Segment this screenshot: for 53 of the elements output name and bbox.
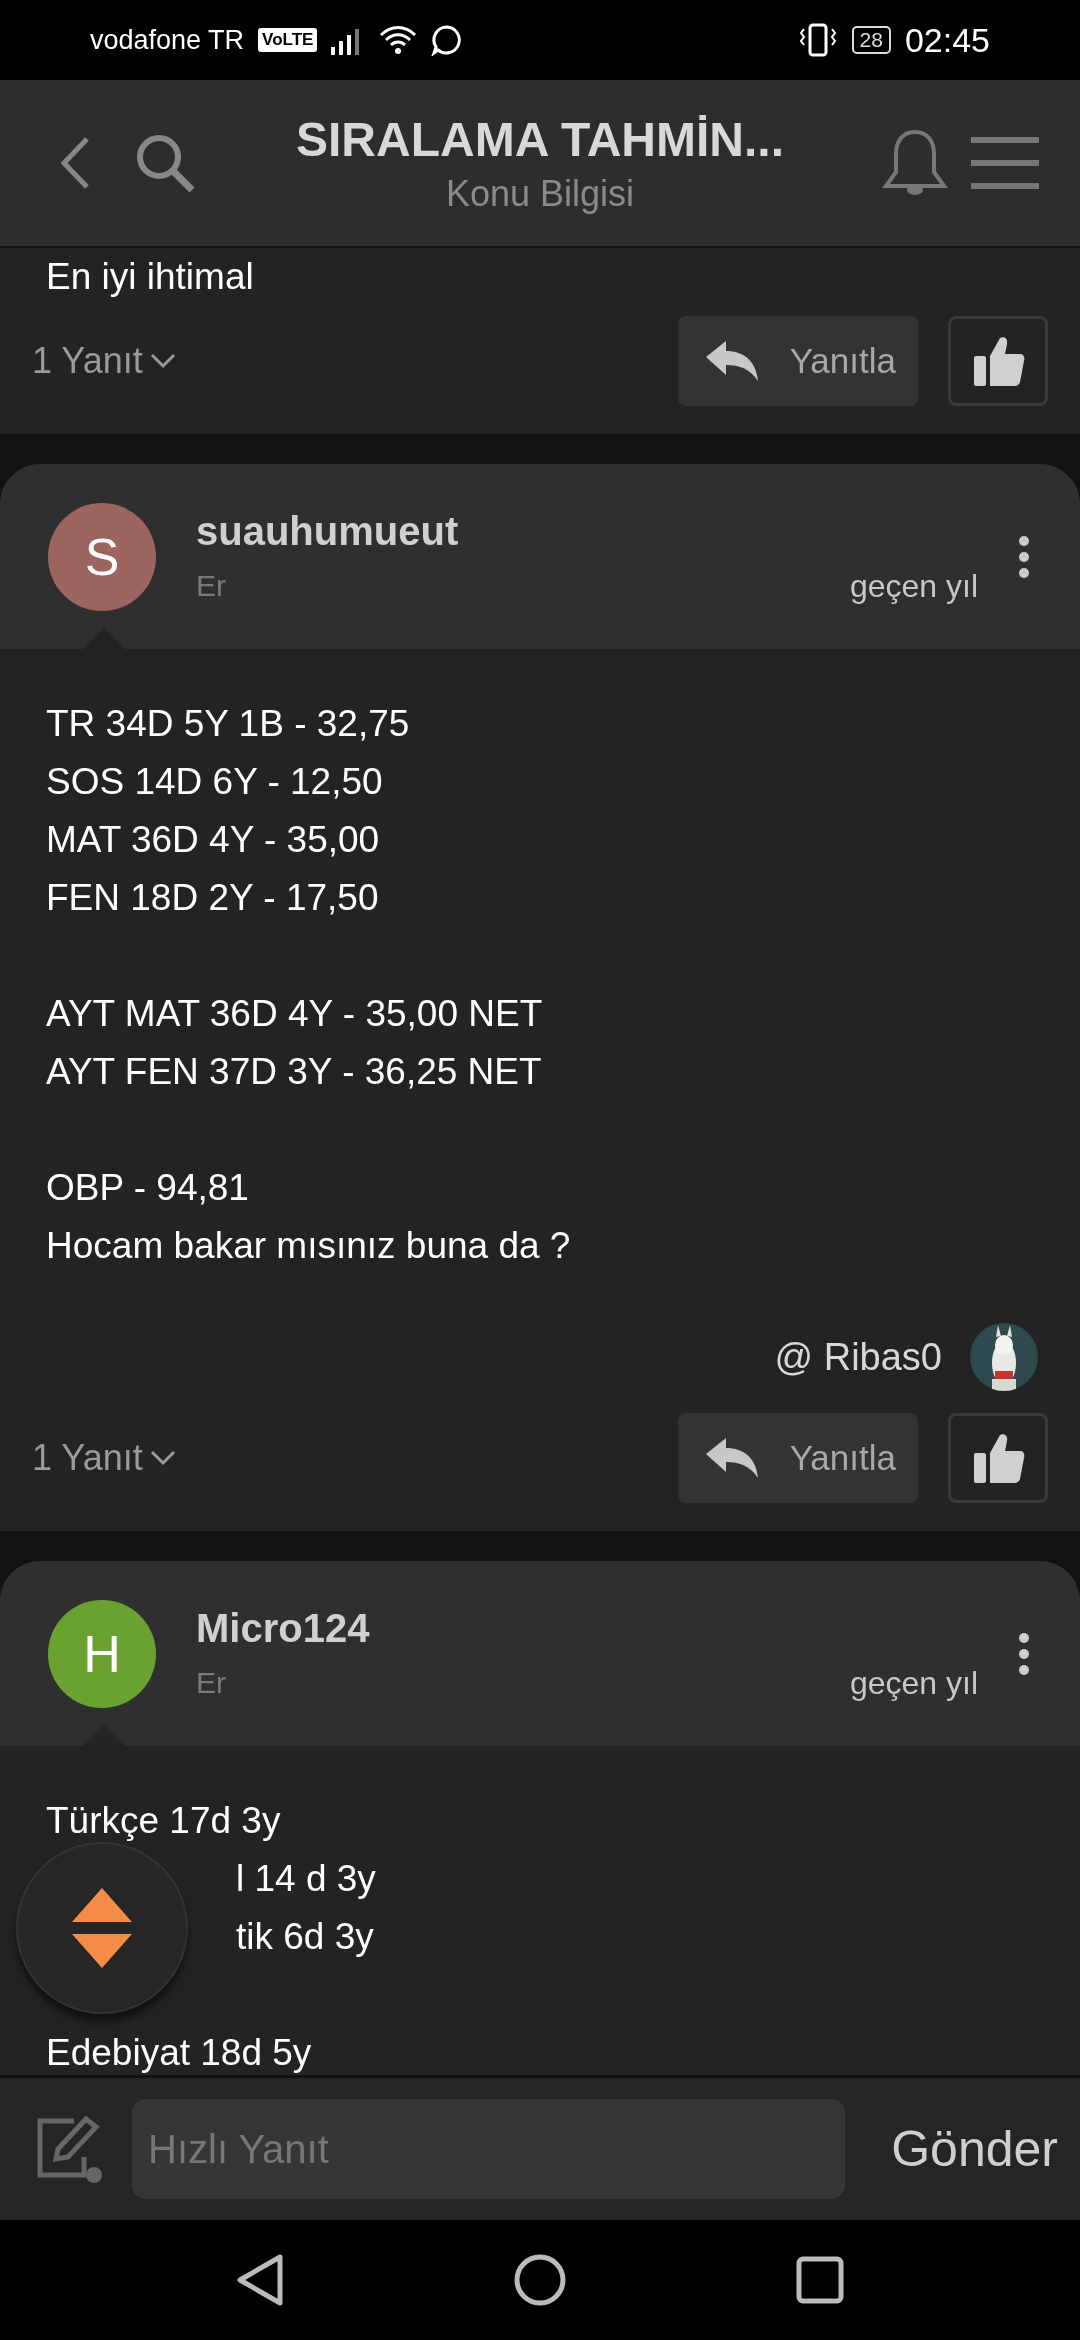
send-button[interactable]: Gönder — [871, 2120, 1058, 2178]
username[interactable]: suauhumueut — [196, 508, 978, 554]
replies-toggle[interactable]: 1 Yanıt — [32, 340, 648, 382]
wifi-icon — [379, 25, 418, 55]
post-text: AYT FEN 37D 3Y - 36,25 NET — [46, 1050, 543, 1094]
post-text: En iyi ihtimal — [46, 255, 255, 299]
menu-icon — [969, 136, 1041, 190]
username[interactable]: Micro124 — [196, 1605, 978, 1651]
chat-icon — [431, 24, 464, 56]
volte-badge: VoLTE — [258, 28, 318, 52]
like-button[interactable] — [948, 316, 1048, 406]
bell-icon — [882, 128, 948, 198]
post-text: l 14 d 3y — [236, 1857, 376, 1901]
carrier-name: vodafone TR — [90, 24, 245, 56]
more-icon[interactable] — [1018, 1631, 1030, 1676]
replies-toggle[interactable]: 1 Yanıt — [32, 1437, 648, 1479]
chevron-down-icon — [148, 352, 177, 370]
triangle-back-icon — [236, 2253, 284, 2307]
home-circle-icon — [513, 2253, 567, 2307]
user-avatar[interactable]: S — [48, 502, 156, 611]
battery-level: 28 — [851, 26, 891, 54]
topic-subtitle[interactable]: Konu Bilgisi — [445, 172, 635, 215]
reply-arrow-icon — [704, 1436, 760, 1480]
vibrate-icon — [797, 23, 838, 57]
user-avatar[interactable]: H — [48, 1599, 156, 1708]
post-time: geçen yıl — [849, 1664, 978, 1702]
post-text: SOS 14D 6Y - 12,50 — [46, 760, 384, 804]
user-gender: Er — [196, 569, 226, 603]
up-down-arrows-icon — [70, 1886, 134, 1970]
search-icon — [134, 132, 196, 194]
post-text: Edebiyat 18d 5y — [46, 2031, 313, 2075]
user-gender: Er — [196, 1666, 226, 1700]
post-text: AYT MAT 36D 4Y - 35,00 NET — [46, 992, 544, 1036]
post-time: geçen yıl — [849, 567, 978, 605]
like-button[interactable] — [948, 1413, 1048, 1503]
post-text: FEN 18D 2Y - 17,50 — [46, 876, 380, 920]
mention-link[interactable]: @ Ribas0 — [774, 1335, 942, 1379]
post-text: TR 34D 5Y 1B - 32,75 — [46, 702, 411, 746]
post-text: MAT 36D 4Y - 35,00 — [46, 818, 381, 862]
more-icon[interactable] — [1018, 534, 1030, 579]
post-text: tik 6d 3y — [236, 1915, 374, 1959]
back-icon — [60, 136, 90, 190]
chevron-down-icon — [148, 1449, 177, 1467]
post-text: Hocam bakar mısınız buna da ? — [46, 1224, 572, 1268]
reply-button[interactable]: Yanıtla — [678, 316, 918, 406]
post-text: Türkçe 17d 3y — [46, 1799, 282, 1843]
clock: 02:45 — [904, 20, 990, 60]
quick-reply-field[interactable]: Hızlı Yanıt — [132, 2099, 846, 2199]
topic-title: SIRALAMA TAHMİN... — [296, 111, 784, 167]
reply-button[interactable]: Yanıtla — [678, 1413, 918, 1503]
recents-square-icon — [796, 2256, 844, 2304]
post-text: OBP - 94,81 — [46, 1166, 250, 1210]
reply-arrow-icon — [704, 339, 760, 383]
